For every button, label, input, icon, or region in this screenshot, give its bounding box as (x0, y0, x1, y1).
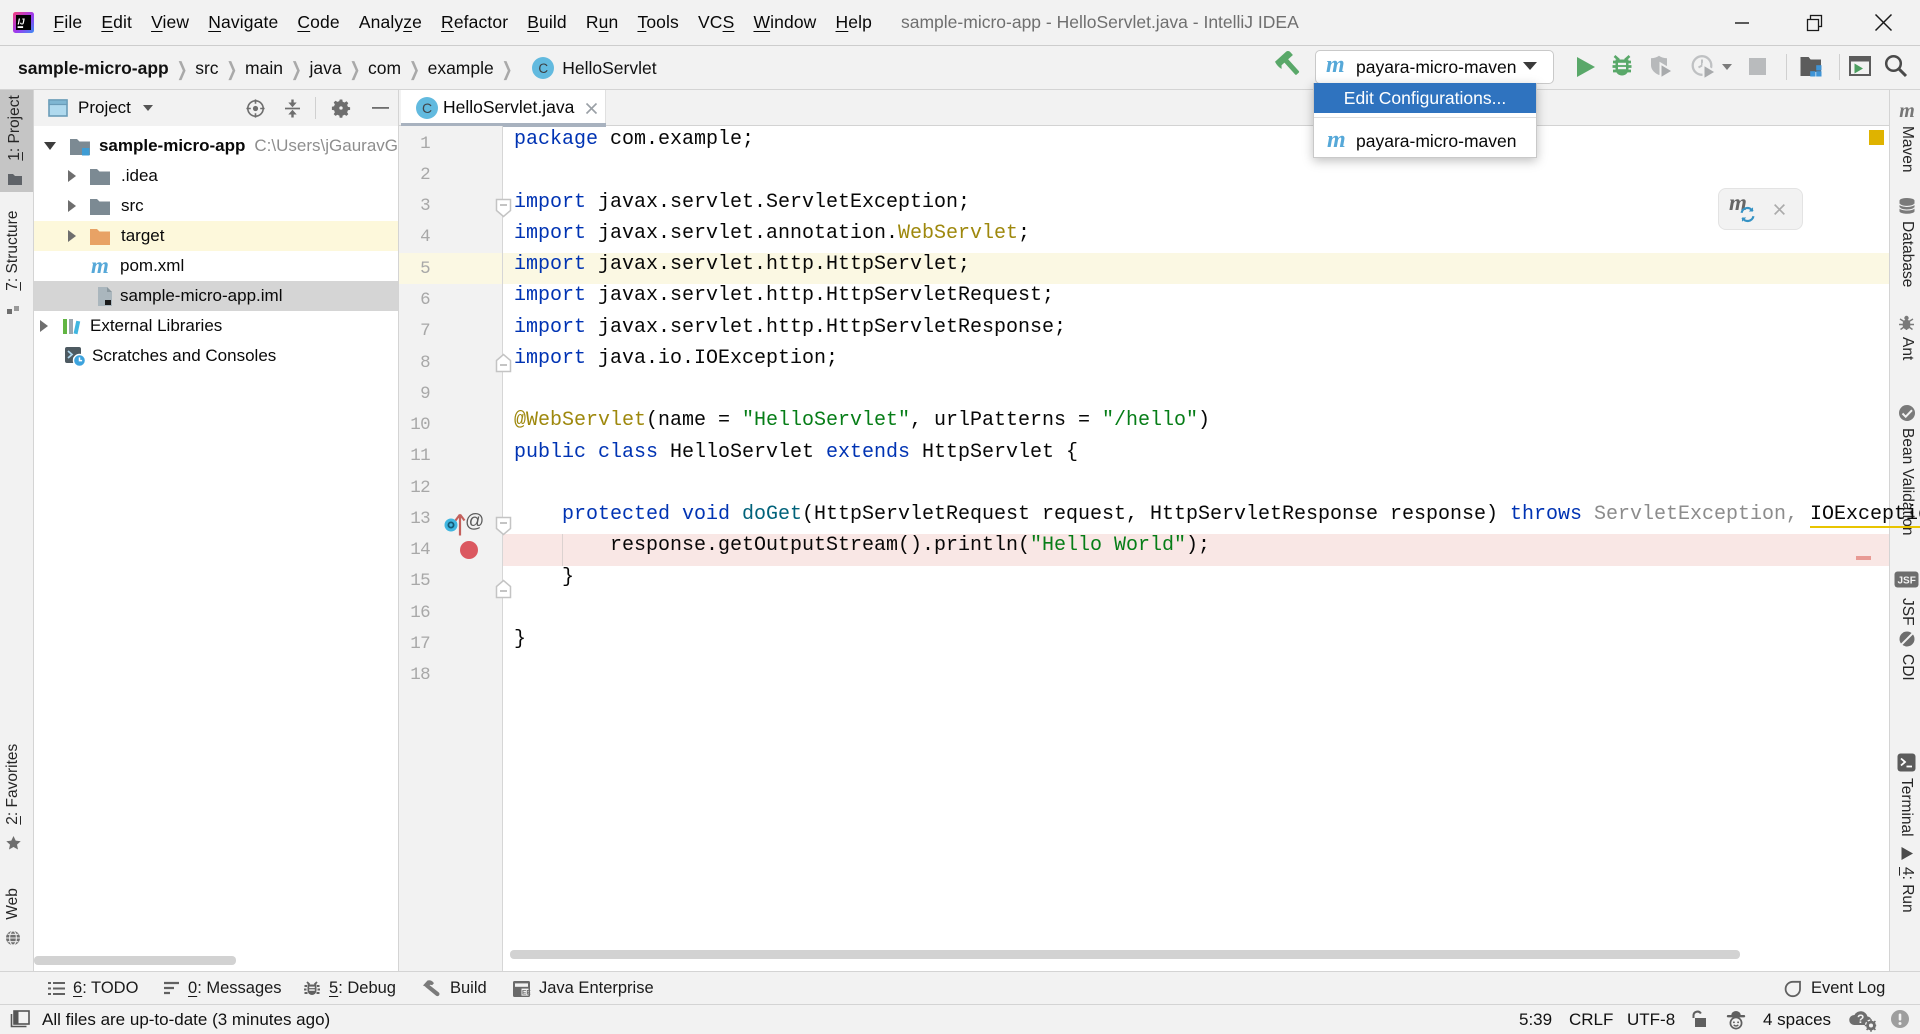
svg-text:EE: EE (522, 989, 531, 996)
svg-text:IJ: IJ (18, 17, 25, 27)
svg-text:?: ? (1857, 1012, 1864, 1026)
svg-text:JSF: JSF (1898, 576, 1916, 587)
